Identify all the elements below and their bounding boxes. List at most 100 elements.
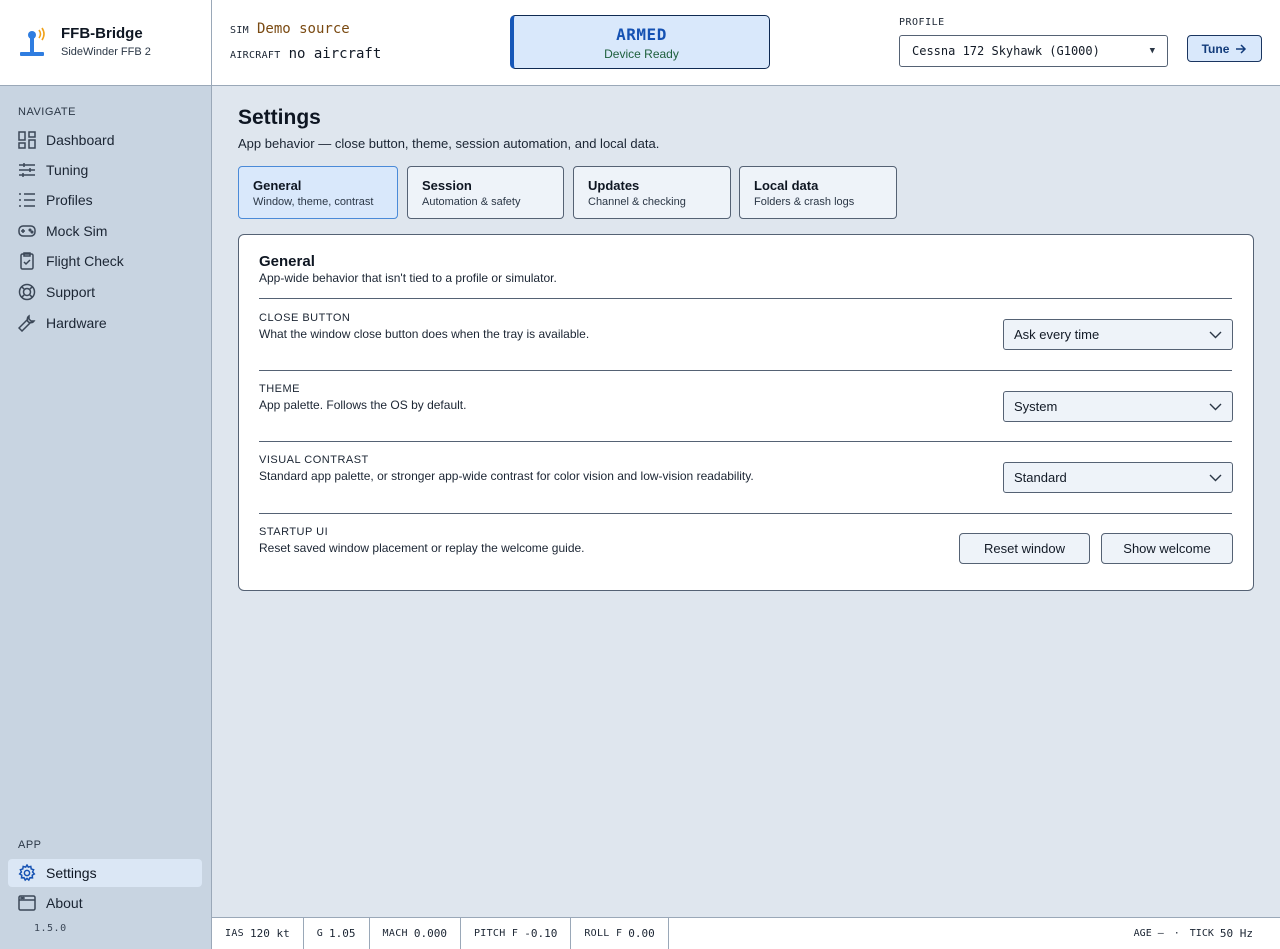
- sidebar-item-label: Hardware: [46, 315, 107, 331]
- tab-subtitle: Channel & checking: [588, 196, 686, 208]
- general-settings-card: General App-wide behavior that isn't tie…: [238, 234, 1254, 591]
- theme-setting-label: THEME: [259, 383, 300, 395]
- tab-updates[interactable]: Updates Channel & checking: [573, 166, 731, 219]
- page-title: Settings: [238, 106, 321, 129]
- caret-down-icon: ▼: [1149, 46, 1155, 56]
- theme-select[interactable]: System: [1003, 391, 1233, 422]
- window-icon: [18, 895, 36, 911]
- tab-general[interactable]: General Window, theme, contrast: [238, 166, 398, 219]
- tab-title: General: [253, 178, 302, 193]
- divider: [259, 441, 1232, 442]
- tab-session[interactable]: Session Automation & safety: [407, 166, 564, 219]
- mach-key: MACH: [382, 928, 408, 939]
- tab-subtitle: Automation & safety: [422, 196, 521, 208]
- card-title: General: [259, 253, 315, 270]
- main-content: Settings App behavior — close button, th…: [212, 86, 1280, 917]
- page-subtitle: App behavior — close button, theme, sess…: [238, 136, 660, 151]
- ias-readout: IAS 120 kt: [212, 918, 304, 949]
- chevron-down-icon: [1209, 403, 1222, 410]
- aircraft-key: AIRCRAFT: [230, 50, 281, 61]
- mach-value: 0.000: [413, 927, 447, 940]
- age-value: —: [1157, 928, 1164, 939]
- chevron-down-icon: [1209, 474, 1222, 481]
- startup-ui-setting-desc: Reset saved window placement or replay t…: [259, 541, 585, 555]
- lifebuoy-icon: [18, 283, 36, 301]
- sidebar-item-label: Support: [46, 284, 96, 300]
- sidebar-item-mock-sim[interactable]: Mock Sim: [8, 217, 202, 245]
- pitch-force-readout: PITCH F -0.10: [461, 918, 572, 949]
- tune-button-label: Tune: [1201, 41, 1230, 56]
- aircraft-value: no aircraft: [288, 46, 382, 62]
- visual-contrast-setting-label: VISUAL CONTRAST: [259, 454, 369, 466]
- close-button-setting-label: CLOSE BUTTON: [259, 312, 351, 324]
- clipboard-check-icon: [20, 252, 34, 270]
- tab-title: Local data: [754, 178, 819, 193]
- top-bar: SIM Demo source AIRCRAFT no aircraft ARM…: [212, 0, 1280, 86]
- sliders-icon: [19, 163, 35, 177]
- chevron-down-icon: [1209, 331, 1222, 338]
- gamepad-icon: [18, 225, 36, 237]
- joystick-logo-icon: [20, 27, 45, 56]
- tune-button[interactable]: Tune: [1187, 35, 1262, 62]
- mach-readout: MACH 0.000: [370, 918, 461, 949]
- armed-title: ARMED: [616, 25, 667, 44]
- sidebar-item-about[interactable]: About: [8, 889, 202, 917]
- theme-setting-desc: App palette. Follows the OS by default.: [259, 398, 467, 412]
- sidebar-item-label: Settings: [46, 865, 97, 881]
- sidebar: NAVIGATE Dashboard Tuning Profiles Mock …: [0, 86, 212, 949]
- list-icon: [19, 193, 35, 207]
- ias-key: IAS: [225, 928, 244, 939]
- sidebar-item-support[interactable]: Support: [8, 278, 202, 306]
- sidebar-item-flight-check[interactable]: Flight Check: [8, 247, 202, 275]
- ias-value: 120 kt: [249, 927, 290, 940]
- profile-label: PROFILE: [899, 17, 945, 28]
- show-welcome-button[interactable]: Show welcome: [1101, 533, 1233, 564]
- sidebar-item-profiles[interactable]: Profiles: [8, 186, 202, 214]
- profile-select-value: Cessna 172 Skyhawk (G1000): [912, 44, 1100, 58]
- sidebar-item-hardware[interactable]: Hardware: [8, 309, 202, 337]
- pitch-value: -0.10: [524, 927, 558, 940]
- profile-select[interactable]: Cessna 172 Skyhawk (G1000) ▼: [899, 35, 1168, 67]
- tick-value: 50 Hz: [1219, 927, 1253, 940]
- sidebar-item-label: Profiles: [46, 192, 93, 208]
- app-name: FFB-Bridge: [61, 25, 143, 42]
- armed-status-badge: ARMED Device Ready: [510, 15, 770, 69]
- tab-subtitle: Folders & crash logs: [754, 196, 855, 208]
- sidebar-item-dashboard[interactable]: Dashboard: [8, 126, 202, 154]
- aircraft-readout: AIRCRAFT no aircraft: [230, 46, 381, 62]
- roll-force-readout: ROLL F 0.00: [571, 918, 669, 949]
- sidebar-item-label: Dashboard: [46, 132, 115, 148]
- gear-icon: [18, 864, 36, 882]
- sidebar-item-label: Tuning: [46, 162, 89, 178]
- sidebar-item-label: Flight Check: [46, 253, 124, 269]
- close-button-setting-desc: What the window close button does when t…: [259, 327, 590, 341]
- separator-dot: ·: [1173, 928, 1180, 939]
- sim-value: Demo source: [256, 21, 350, 37]
- startup-ui-setting-label: STARTUP UI: [259, 526, 329, 538]
- g-readout: G 1.05: [304, 918, 370, 949]
- sidebar-item-settings[interactable]: Settings: [8, 859, 202, 887]
- roll-value: 0.00: [628, 927, 655, 940]
- divider: [259, 370, 1232, 371]
- select-value: Standard: [1014, 470, 1067, 485]
- close-button-select[interactable]: Ask every time: [1003, 319, 1233, 350]
- visual-contrast-select[interactable]: Standard: [1003, 462, 1233, 493]
- g-value: 1.05: [329, 927, 356, 940]
- app-heading: APP: [18, 839, 42, 851]
- sidebar-item-tuning[interactable]: Tuning: [8, 156, 202, 184]
- pitch-key: PITCH F: [473, 928, 519, 939]
- reset-window-button[interactable]: Reset window: [959, 533, 1090, 564]
- divider: [259, 298, 1232, 299]
- g-key: G: [316, 928, 324, 939]
- sim-readout: SIM Demo source: [230, 21, 350, 37]
- app-version: 1.5.0: [34, 923, 67, 934]
- brand-block: FFB-Bridge SideWinder FFB 2: [0, 0, 212, 86]
- age-key: AGE: [1133, 928, 1152, 939]
- visual-contrast-setting-desc: Standard app palette, or stronger app-wi…: [259, 469, 754, 483]
- tab-subtitle: Window, theme, contrast: [253, 196, 374, 208]
- tab-local-data[interactable]: Local data Folders & crash logs: [739, 166, 897, 219]
- sidebar-item-label: About: [46, 895, 83, 911]
- sidebar-item-label: Mock Sim: [46, 223, 108, 239]
- card-subtitle: App-wide behavior that isn't tied to a p…: [259, 271, 557, 285]
- select-value: System: [1014, 399, 1058, 414]
